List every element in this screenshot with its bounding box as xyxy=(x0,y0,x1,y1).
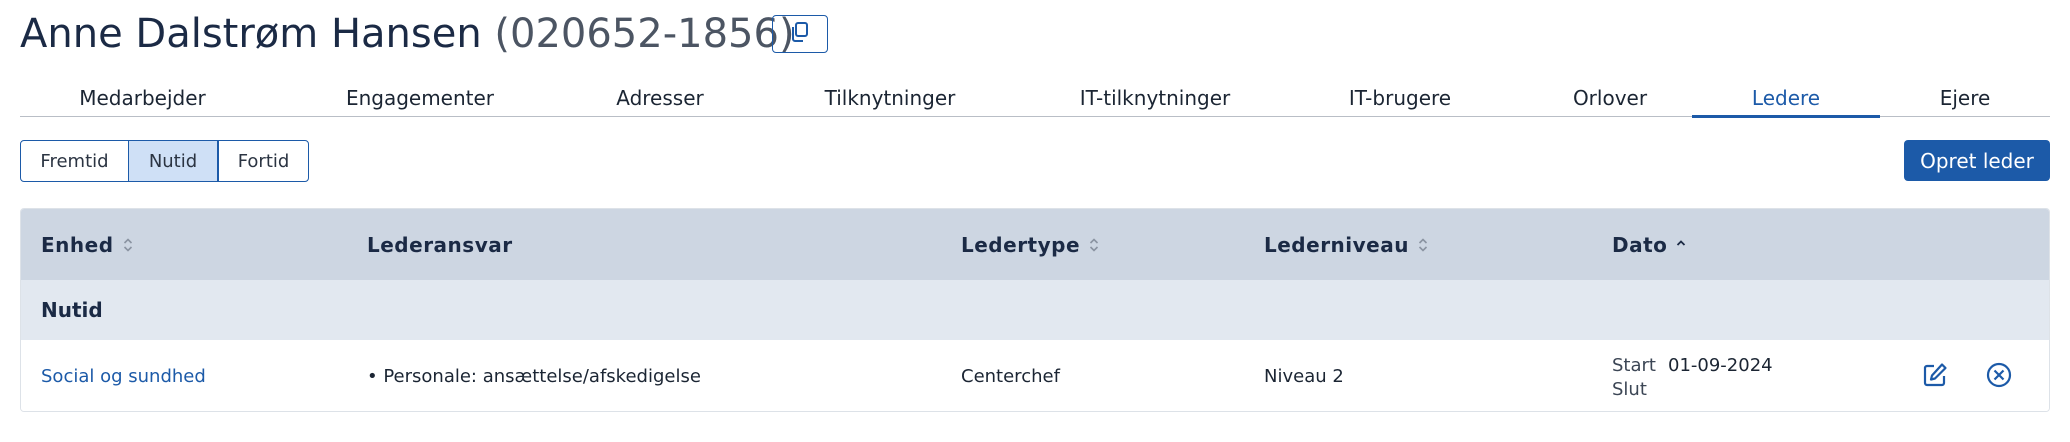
column-header-enhed[interactable]: Enhed xyxy=(41,209,133,280)
column-header-ledertype[interactable]: Ledertype xyxy=(961,209,1099,280)
table-header: Enhed Lederansvar Ledertype Lederniveau … xyxy=(21,209,2049,280)
start-label: Start xyxy=(1612,355,1656,376)
start-date: 01-09-2024 xyxy=(1668,355,1773,376)
remove-circle-icon xyxy=(1985,361,2013,393)
time-filter: Fremtid Nutid Fortid xyxy=(20,140,309,182)
managers-table: Enhed Lederansvar Ledertype Lederniveau … xyxy=(20,208,2050,412)
filter-fortid-button[interactable]: Fortid xyxy=(218,140,309,182)
tab-orlover[interactable]: Orlover xyxy=(1500,80,1720,116)
edit-icon xyxy=(1921,361,1949,393)
unit-link[interactable]: Social og sundhed xyxy=(41,340,206,411)
tab-engagementer[interactable]: Engagementer xyxy=(295,80,545,116)
date-range: Start 01-09-2024 Slut xyxy=(1612,354,1773,402)
manager-type: Centerchef xyxy=(961,366,1060,387)
tab-ejere[interactable]: Ejere xyxy=(1880,80,2050,116)
edit-button[interactable] xyxy=(1920,362,1950,392)
filter-nutid-button[interactable]: Nutid xyxy=(129,140,218,182)
copy-cpr-button[interactable] xyxy=(772,15,828,53)
tab-medarbejder[interactable]: Medarbejder xyxy=(20,80,265,116)
table-row: Social og sundhed • Personale: ansættels… xyxy=(21,340,2049,411)
end-label: Slut xyxy=(1612,379,1647,400)
column-header-dato[interactable]: Dato xyxy=(1612,209,1686,280)
employee-name: Anne Dalstrøm Hansen xyxy=(20,11,482,57)
employee-cpr: (020652-1856) xyxy=(494,11,795,57)
column-header-lederansvar: Lederansvar xyxy=(367,232,513,257)
sort-ascending-icon xyxy=(1676,237,1686,253)
manager-level: Niveau 2 xyxy=(1264,366,1344,387)
copy-icon xyxy=(790,21,810,47)
sort-unsorted-icon xyxy=(1089,237,1099,253)
tab-ledere[interactable]: Ledere xyxy=(1692,80,1880,118)
sort-unsorted-icon xyxy=(1418,237,1428,253)
group-label: Nutid xyxy=(41,298,103,322)
tab-bar: Medarbejder Engagementer Adresser Tilkny… xyxy=(20,80,2050,118)
tab-adresser[interactable]: Adresser xyxy=(540,80,780,116)
tab-it-tilknytninger[interactable]: IT-tilknytninger xyxy=(1020,80,1290,116)
sort-unsorted-icon xyxy=(123,237,133,253)
tab-tilknytninger[interactable]: Tilknytninger xyxy=(765,80,1015,116)
manager-responsibility: • Personale: ansættelse/afskedigelse xyxy=(367,366,701,387)
create-manager-button[interactable]: Opret leder xyxy=(1904,140,2050,181)
page-title: Anne Dalstrøm Hansen (020652-1856) xyxy=(20,6,795,62)
remove-button[interactable] xyxy=(1984,362,2014,392)
tab-it-brugere[interactable]: IT-brugere xyxy=(1280,80,1520,116)
filter-fremtid-button[interactable]: Fremtid xyxy=(20,140,129,182)
group-row: Nutid xyxy=(21,280,2049,340)
column-header-lederniveau[interactable]: Lederniveau xyxy=(1264,209,1428,280)
